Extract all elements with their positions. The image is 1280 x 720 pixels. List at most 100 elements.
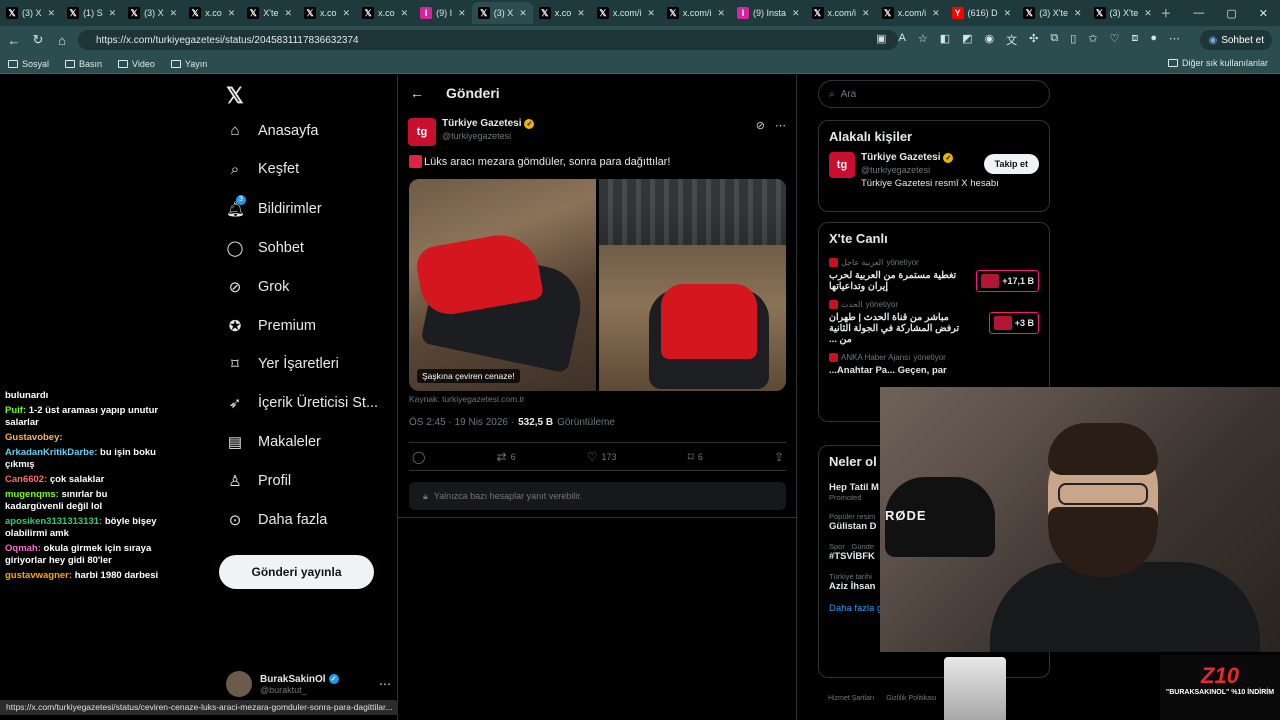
browser-tab[interactable]: 𝕏 (3) X ✕ [122, 2, 183, 24]
url-field[interactable]: https://x.com/turkiyegazetesi/status/204… [78, 30, 898, 50]
extension-icon[interactable]: ◉ [985, 32, 995, 48]
tab-close-icon[interactable]: ✕ [284, 8, 292, 19]
more-options-icon[interactable]: ⋯ [775, 119, 786, 132]
bookmark-folder[interactable]: Yayın [170, 59, 207, 69]
bookmark-folder[interactable]: Sosyal [8, 59, 49, 69]
tab-close-icon[interactable]: ✕ [577, 8, 585, 19]
browser-tab[interactable]: 𝕏 X'te ✕ [241, 2, 298, 24]
like-button[interactable]: ♡ 173 [587, 450, 617, 464]
photo-left[interactable]: Şaşkına çeviren cenaze! [409, 179, 596, 391]
extension-icon[interactable]: ◧ [940, 32, 950, 48]
tab-close-icon[interactable]: ✕ [1144, 8, 1152, 19]
copilot-button[interactable]: ◉ Sohbet et [1200, 30, 1272, 50]
nav-item-article[interactable]: ▤ Makaleler [226, 433, 321, 451]
profile-avatar[interactable]: ● [1150, 32, 1157, 48]
close-window-icon[interactable]: ✕ [1259, 7, 1268, 20]
nav-item-more[interactable]: ⊙ Daha fazla [226, 511, 328, 529]
tab-close-icon[interactable]: ✕ [170, 8, 178, 19]
tab-close-icon[interactable]: ✕ [1074, 8, 1082, 19]
browser-tab[interactable]: 𝕏 (3) X ✕ [0, 2, 61, 24]
translate-icon[interactable]: 文 [1006, 32, 1017, 48]
maximize-icon[interactable]: ▢ [1226, 7, 1236, 20]
nav-item-person[interactable]: ♙ Profil [226, 472, 291, 490]
post-time[interactable]: ÖS 2:45 · 19 Nis 2026 · [409, 417, 514, 428]
footer-link[interactable]: Gizlilik Politikası [886, 695, 936, 702]
browser-tab[interactable]: 𝕏 (3) X ✕ [471, 2, 533, 24]
bookmark-folder[interactable]: Basın [65, 59, 102, 69]
tab-close-icon[interactable]: ✕ [48, 8, 56, 19]
tab-close-icon[interactable]: ✕ [401, 8, 409, 19]
tab-close-icon[interactable]: ✕ [932, 8, 940, 19]
nav-item-premium[interactable]: ✪ Premium [226, 317, 316, 335]
nav-item-grok[interactable]: ⊘ Grok [226, 278, 290, 296]
media-source[interactable]: Kaynak: turkiyegazetesi.com.tr [409, 394, 525, 404]
browser-tab[interactable]: 𝕏x.com/i ✕ [806, 2, 876, 24]
tab-close-icon[interactable]: ✕ [228, 8, 236, 19]
nav-item-chat[interactable]: ◯ Sohbet [226, 239, 304, 257]
live-item[interactable]: العربية عاجل yönetiyor تغطية مستمرة من الع… [819, 254, 1049, 296]
related-person[interactable]: tg Türkiye Gazetesi ✓ @turkiyegazetesi Tü… [819, 152, 1049, 189]
photo-right[interactable] [599, 179, 786, 391]
account-switcher[interactable]: BurakSakinOl ✓ @buraktut_ ⋯ [226, 671, 391, 697]
home-browser-icon[interactable]: ⌂ [50, 33, 74, 48]
browser-tab[interactable]: I (9) I ✕ [414, 2, 472, 24]
new-tab-icon[interactable]: ＋ [1160, 5, 1171, 21]
nav-item-search[interactable]: ⌕ Keşfet [226, 161, 299, 178]
nav-item-bell[interactable]: 🔔︎ 3 Bildirimler [226, 194, 322, 218]
tab-close-icon[interactable]: ✕ [1004, 8, 1012, 19]
nav-item-rocket[interactable]: ➶ İçerik Üreticisi St... [226, 394, 378, 412]
browser-tab[interactable]: Y (616) D ✕ [946, 2, 1018, 24]
tab-close-icon[interactable]: ✕ [519, 8, 527, 19]
tab-close-icon[interactable]: ✕ [647, 8, 655, 19]
tab-close-icon[interactable]: ✕ [792, 8, 800, 19]
browser-tab[interactable]: I (9) Insta ✕ [731, 2, 806, 24]
collections-icon[interactable]: ⧈ [1131, 32, 1138, 48]
split-icon[interactable]: ▯ [1070, 32, 1076, 48]
extension-icon[interactable]: ✣ [1029, 32, 1038, 48]
browser-tab[interactable]: 𝕏(3) X'te ✕ [1017, 2, 1087, 24]
menu-icon[interactable]: ⋯ [1169, 32, 1180, 48]
reload-icon[interactable]: ↻ [26, 32, 50, 48]
search-input[interactable]: ⌕ Ara [818, 80, 1050, 108]
nav-item-home[interactable]: ⌂ Anasayfa [226, 122, 318, 139]
other-bookmarks[interactable]: Diğer sık kullanılanlar [1167, 58, 1268, 68]
app-icon[interactable]: ▣ [876, 32, 886, 48]
minimize-icon[interactable]: — [1193, 7, 1204, 19]
bookmark-folder[interactable]: Video [118, 59, 155, 69]
browser-tab[interactable]: 𝕏x.com/i ✕ [876, 2, 946, 24]
nav-item-bookmark[interactable]: ⌑ Yer İşaretleri [226, 355, 339, 373]
more-options-icon[interactable]: ⋯ [379, 677, 391, 691]
grok-icon[interactable]: ⊘ [756, 119, 765, 132]
browser-tab[interactable]: 𝕏 (1) S ✕ [61, 2, 122, 24]
tab-close-icon[interactable]: ✕ [458, 8, 466, 19]
back-arrow-icon[interactable]: ← [410, 85, 424, 101]
browser-tab[interactable]: 𝕏x.co ✕ [533, 2, 591, 24]
browser-tab[interactable]: 𝕏x.com/i ✕ [591, 2, 661, 24]
post-media[interactable]: Şaşkına çeviren cenaze! [409, 179, 786, 391]
back-icon[interactable]: ← [2, 33, 26, 48]
browser-tab[interactable]: 𝕏x.co ✕ [298, 2, 356, 24]
tab-close-icon[interactable]: ✕ [862, 8, 870, 19]
tab-close-icon[interactable]: ✕ [717, 8, 725, 19]
favorites-bar-icon[interactable]: ✩ [1088, 32, 1097, 48]
browser-tab[interactable]: 𝕏x.co ✕ [183, 2, 241, 24]
footer-link[interactable]: Hizmet Şartları [828, 695, 874, 702]
tab-close-icon[interactable]: ✕ [109, 8, 117, 19]
follow-button[interactable]: Takip et [983, 154, 1039, 174]
reply-button[interactable]: ◯ [412, 450, 425, 464]
repost-button[interactable]: ⇄ 6 [497, 450, 516, 464]
bookmark-button[interactable]: ⌑ 6 [688, 450, 703, 464]
live-item[interactable]: الحدث yönetiyor مباشر من قناة الحدث | طهرا… [819, 296, 1049, 349]
live-item[interactable]: ANKA Haber Ajansı yönetiyor Anahtar Pa... … [819, 349, 1049, 380]
browser-tab[interactable]: 𝕏x.co ✕ [356, 2, 414, 24]
favorite-icon[interactable]: ☆ [918, 32, 928, 48]
share-button[interactable]: ⇪ [774, 450, 784, 464]
tab-close-icon[interactable]: ✕ [343, 8, 351, 19]
puzzle-icon[interactable]: ⧉ [1050, 32, 1058, 48]
extension-icon[interactable]: ◩ [962, 32, 972, 48]
post-button[interactable]: Gönderi yayınla [219, 555, 374, 589]
browser-tab[interactable]: 𝕏x.com/i ✕ [661, 2, 731, 24]
browser-tab[interactable]: 𝕏(3) X'te ✕ [1088, 2, 1158, 24]
x-logo-icon[interactable]: 𝕏 [226, 83, 244, 109]
post-author[interactable]: tg Türkiye Gazetesi ✓ @turkiyegazetesi [408, 118, 535, 146]
